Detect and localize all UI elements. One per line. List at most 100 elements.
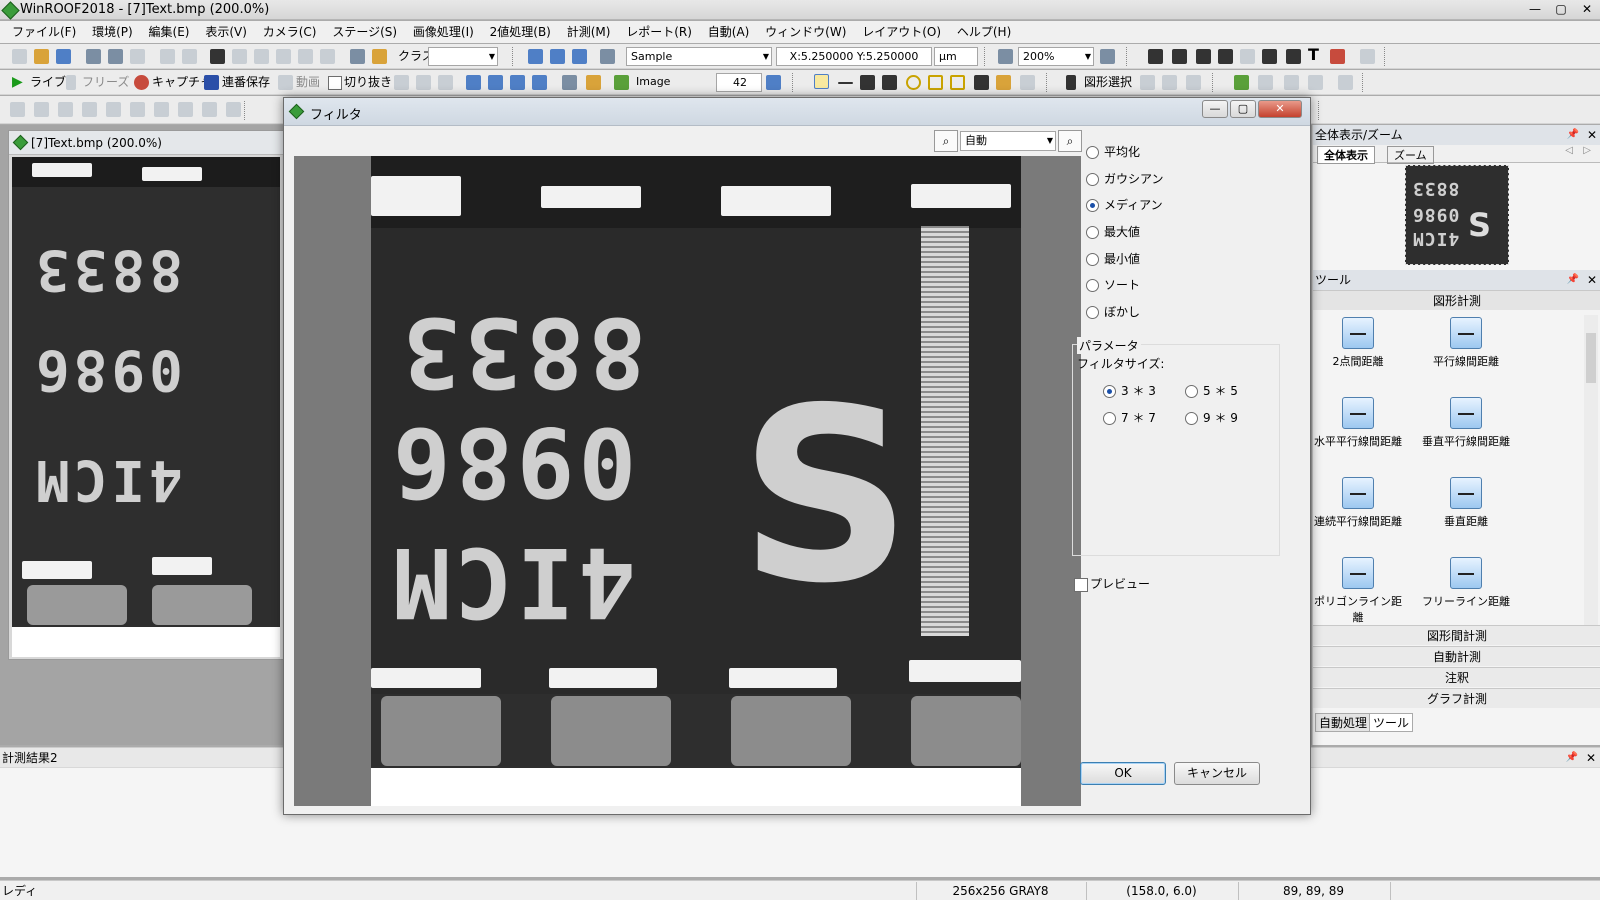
window-arrange-icon[interactable] (572, 49, 587, 64)
palette-icon[interactable] (586, 75, 601, 90)
results-close-icon[interactable]: ✕ (1586, 748, 1596, 768)
open-folder-icon[interactable] (34, 49, 49, 64)
tool-d-icon[interactable] (82, 102, 97, 117)
mode5-icon[interactable] (298, 49, 313, 64)
menu-camera[interactable]: カメラ(C) (257, 21, 323, 43)
menu-report[interactable]: レポート(R) (620, 21, 698, 43)
crop-checkbox[interactable]: 切り抜き (328, 74, 392, 90)
menu-binary-processing[interactable]: 2値処理(B) (484, 21, 557, 43)
menu-environment[interactable]: 環境(P) (86, 21, 139, 43)
zoom-in-icon[interactable] (998, 49, 1013, 64)
tool-a-icon[interactable] (10, 102, 25, 117)
image-spinner[interactable]: 42 (716, 73, 762, 92)
copy-icon[interactable] (108, 49, 123, 64)
menu-help[interactable]: ヘルプ(H) (951, 21, 1017, 43)
filter-median[interactable]: メディアン (1084, 197, 1163, 213)
dialog-zoom-out-button[interactable]: ⌕ (1058, 130, 1082, 152)
tool-i-icon[interactable] (202, 102, 217, 117)
filter-average[interactable]: 平均化 (1084, 144, 1140, 160)
tool-horizontal-parallel[interactable]: 水平平行線間距離 (1313, 397, 1403, 449)
refresh-icon[interactable] (766, 75, 781, 90)
tab-tools[interactable]: ツール (1369, 713, 1414, 732)
tool-b-icon[interactable] (34, 102, 49, 117)
window-cascade-icon[interactable] (550, 49, 565, 64)
mode2-icon[interactable] (232, 49, 247, 64)
toolbar-grip-5[interactable] (792, 73, 797, 92)
tool-freeline[interactable]: フリーライン距離 (1421, 557, 1511, 609)
size-7x7[interactable]: 7 ＊ 7 (1101, 410, 1156, 426)
unit-select[interactable]: μm (934, 47, 978, 66)
wide-icon[interactable] (416, 75, 431, 90)
tool-polyline[interactable]: ポリゴンライン距離 (1313, 557, 1403, 625)
chip-image[interactable]: 8833 0986 4ICM S (371, 156, 1021, 768)
serial-save-button[interactable]: 連番保存 (222, 73, 270, 91)
dialog-zoom-select[interactable]: 自動 ▼ (960, 131, 1056, 151)
filter-dialog-title-bar[interactable]: フィルタ — ▢ ✕ (284, 98, 1310, 126)
tool-two-point-distance[interactable]: 2点間距離 (1313, 317, 1403, 369)
unlink-icon[interactable] (1308, 75, 1323, 90)
toolbar-grip-2[interactable] (984, 47, 989, 66)
arrow-cursor-icon[interactable] (1330, 49, 1345, 64)
menu-layout[interactable]: レイアウト(O) (856, 21, 947, 43)
zoom-select[interactable]: 200% ▼ (1018, 47, 1094, 66)
ok-button[interactable]: OK (1080, 762, 1166, 785)
tool-j-icon[interactable] (226, 102, 241, 117)
print-icon[interactable] (350, 49, 365, 64)
font-icon[interactable] (1162, 75, 1177, 90)
size-3x3[interactable]: 3 ＊ 3 (1101, 383, 1156, 399)
paste-icon[interactable] (130, 49, 145, 64)
dialog-close-button[interactable]: ✕ (1258, 100, 1302, 118)
tool-f-icon[interactable] (130, 102, 145, 117)
tool-continuous-parallel[interactable]: 連続平行線間距離 (1313, 477, 1403, 529)
tool-parallel-distance[interactable]: 平行線間距離 (1421, 317, 1511, 369)
rect-select-icon[interactable] (814, 74, 829, 89)
pointer-icon[interactable] (1066, 75, 1076, 90)
ellipse-icon[interactable] (906, 75, 921, 90)
filter-sort[interactable]: ソート (1084, 277, 1140, 293)
tools-scroll-thumb[interactable] (1586, 333, 1596, 383)
class-select[interactable]: ▼ (428, 47, 498, 66)
text-a-icon[interactable] (394, 75, 409, 90)
results-pin-icon[interactable]: 📌 (1566, 748, 1578, 768)
move-icon[interactable] (860, 75, 875, 90)
mode4-icon[interactable] (276, 49, 291, 64)
menu-measure[interactable]: 計測(M) (561, 21, 617, 43)
toolbar-grip-8[interactable] (1362, 73, 1367, 92)
tool-c-icon[interactable] (58, 102, 73, 117)
undo-icon[interactable] (160, 49, 175, 64)
cancel-button[interactable]: キャンセル (1174, 762, 1260, 785)
tab-scroll-right-icon[interactable]: ▷ (1583, 145, 1591, 156)
pin-icon[interactable]: 📌 (1567, 125, 1579, 145)
toolbar-grip-6[interactable] (1046, 73, 1051, 92)
text-tool-icon[interactable]: T (1308, 46, 1319, 64)
draw-icon[interactable] (1140, 75, 1155, 90)
mode3-icon[interactable] (254, 49, 269, 64)
hand-pan-icon[interactable] (1148, 49, 1163, 64)
toolbar-grip-7[interactable] (1212, 73, 1217, 92)
play-icon[interactable]: ▶ (12, 73, 23, 91)
window-tile-icon[interactable] (528, 49, 543, 64)
frame-icon[interactable] (532, 75, 547, 90)
tools-close-icon[interactable]: ✕ (1587, 270, 1597, 290)
capture-button[interactable]: キャプチャ (152, 73, 212, 91)
close-button[interactable]: ✕ (1574, 0, 1600, 18)
tab-scroll-left-icon[interactable]: ◁ (1565, 145, 1573, 156)
doc-icon[interactable] (1338, 75, 1353, 90)
tab-overview-all[interactable]: 全体表示 (1317, 146, 1375, 164)
tools-pin-icon[interactable]: 📌 (1567, 270, 1579, 290)
tab-overview-zoom[interactable]: ズーム (1387, 146, 1434, 164)
menu-edit[interactable]: 編集(E) (143, 21, 196, 43)
freeze-button[interactable]: フリーズ (82, 73, 129, 91)
section-inter-shape[interactable]: 図形間計測 (1313, 625, 1600, 645)
mode6-icon[interactable] (320, 49, 335, 64)
eraser-light-icon[interactable] (1240, 49, 1255, 64)
ae-icon[interactable] (438, 75, 453, 90)
menu-image-processing[interactable]: 画像処理(I) (407, 21, 480, 43)
line-icon[interactable] (838, 82, 853, 84)
panel-close-icon[interactable]: ✕ (1587, 125, 1597, 145)
magnifier-icon[interactable] (1172, 49, 1187, 64)
move2-icon[interactable] (882, 75, 897, 90)
filter-dialog[interactable]: フィルタ — ▢ ✕ ⌕ 自動 ▼ ⌕ 8833 0986 4ICM S 平均化… (283, 97, 1311, 815)
size-9x9[interactable]: 9 ＊ 9 (1183, 410, 1238, 426)
section-auto-measure[interactable]: 自動計測 (1313, 646, 1600, 666)
